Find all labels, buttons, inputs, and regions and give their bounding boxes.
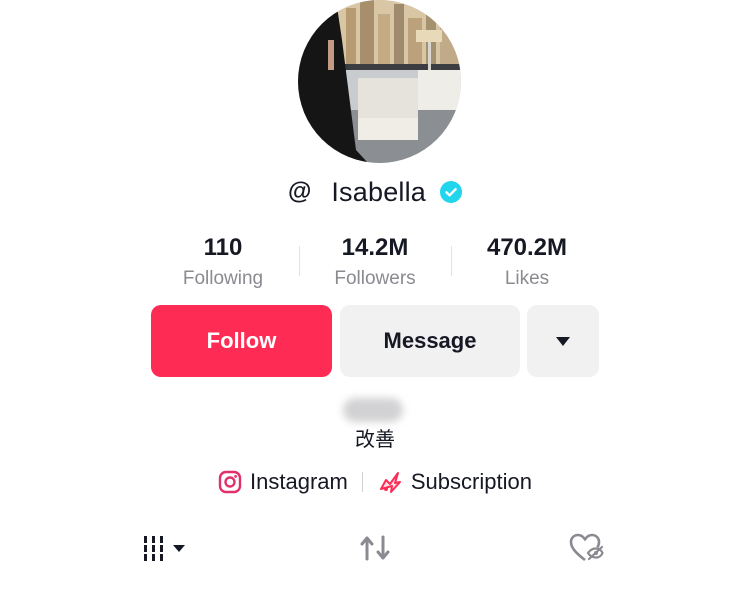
stat-value: 110 xyxy=(203,234,243,261)
profile-links: Instagram Subscription xyxy=(0,464,750,500)
at-sign: @ xyxy=(287,178,312,205)
instagram-link[interactable]: Instagram xyxy=(218,469,348,495)
more-options-button[interactable] xyxy=(527,305,599,377)
bio-text: 改善 xyxy=(355,427,395,451)
avatar[interactable] xyxy=(298,0,461,163)
username: Isabella xyxy=(331,176,427,207)
content-tabs xyxy=(0,530,750,566)
instagram-icon xyxy=(218,470,242,494)
chevron-down-icon xyxy=(173,544,185,552)
instagram-link-label: Instagram xyxy=(250,469,348,494)
stat-value: 470.2M xyxy=(486,234,568,261)
subscription-link-label: Subscription xyxy=(410,469,532,494)
repost-icon xyxy=(360,535,390,561)
stat-label: Following xyxy=(182,268,264,289)
tab-liked[interactable] xyxy=(568,530,604,566)
subscription-link[interactable]: Subscription xyxy=(377,469,532,495)
stat-label: Likes xyxy=(504,268,550,289)
chevron-down-icon xyxy=(556,336,570,346)
stat-followers[interactable]: 14.2M Followers xyxy=(300,232,450,294)
stat-following[interactable]: 110 Following xyxy=(148,232,298,294)
stat-likes: 470.2M Likes xyxy=(452,232,602,294)
profile-page: @ Isabella 110 Following 14.2M Followers… xyxy=(0,0,750,598)
verified-badge-icon xyxy=(440,181,463,203)
tab-reposts[interactable] xyxy=(358,530,392,566)
message-button[interactable]: Message xyxy=(340,305,520,377)
liked-private-icon xyxy=(569,533,604,562)
username-row: @ Isabella xyxy=(0,172,750,212)
subscription-icon xyxy=(379,472,401,493)
stat-value: 14.2M xyxy=(341,234,409,261)
follow-button[interactable]: Follow xyxy=(151,305,332,377)
grid-icon xyxy=(144,536,163,561)
link-divider xyxy=(361,472,363,492)
stat-label: Followers xyxy=(334,268,416,289)
profile-stats: 110 Following 14.2M Followers 470.2M Lik… xyxy=(148,232,604,296)
blurred-bio-text xyxy=(343,398,403,422)
tab-videos[interactable] xyxy=(141,530,185,566)
